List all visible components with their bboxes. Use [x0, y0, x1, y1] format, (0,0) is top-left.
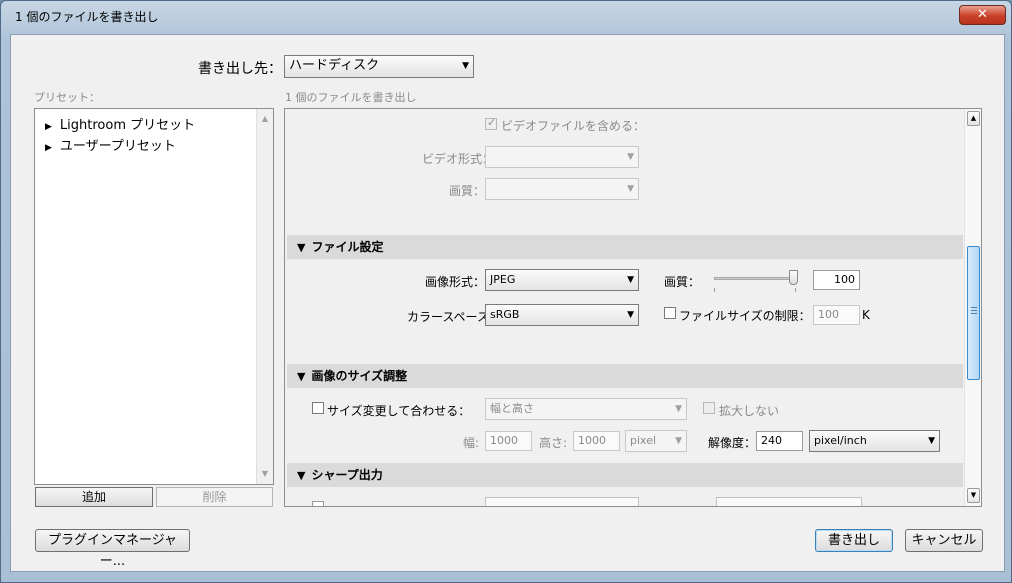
chevron-down-icon: ▼: [675, 436, 682, 446]
sharpen-amount-dropdown-partial[interactable]: [716, 497, 862, 506]
dont-enlarge-label: 拡大しない: [719, 404, 780, 418]
scroll-down-icon[interactable]: ▼: [257, 466, 273, 482]
resize-to-fit-checkbox[interactable]: [312, 402, 324, 414]
window-title: 1 個のファイルを書き出し: [15, 10, 159, 24]
dont-enlarge-checkbox[interactable]: [703, 402, 715, 414]
sharpening-title: シャープ出力: [311, 468, 383, 482]
width-label: 幅:: [463, 436, 480, 450]
title-bar[interactable]: 1 個のファイルを書き出し ✕: [1, 1, 1011, 31]
video-quality-label: 画質：: [449, 184, 486, 198]
expand-triangle-icon[interactable]: ▶: [45, 122, 52, 132]
quality-slider[interactable]: [714, 270, 800, 292]
preset-scrollbar[interactable]: ▲ ▼: [256, 109, 273, 484]
sharpen-dropdown-partial[interactable]: [485, 497, 639, 506]
preset-header: プリセット：: [34, 91, 100, 104]
video-format-label: ビデオ形式：: [422, 152, 495, 166]
preset-item-lightroom[interactable]: ▶ Lightroom プリセット: [45, 114, 195, 133]
preset-item-label: Lightroom プリセット: [59, 118, 196, 133]
chevron-down-icon: ▼: [627, 152, 634, 162]
resolution-label: 解像度：: [708, 436, 757, 450]
limit-size-input[interactable]: 100: [813, 305, 860, 325]
delete-preset-button[interactable]: 削除: [156, 487, 273, 507]
chevron-down-icon: ▼: [928, 436, 935, 446]
export-to-dropdown[interactable]: ハードディスク ▼: [284, 55, 474, 78]
export-to-label: 書き出し先：: [198, 61, 282, 77]
video-format-dropdown[interactable]: ▼: [485, 146, 639, 168]
file-settings-header[interactable]: ▼ ファイル設定: [287, 235, 963, 259]
grip-line: [971, 307, 977, 308]
settings-scrollbar[interactable]: ▲ ▼: [964, 109, 981, 506]
slider-tick: [795, 288, 796, 292]
scroll-thumb[interactable]: [967, 246, 980, 380]
export-button[interactable]: 書き出し: [815, 529, 893, 552]
settings-header: 1 個のファイルを書き出し: [285, 91, 417, 104]
colorspace-value: sRGB: [490, 308, 520, 321]
include-video-label: ビデオファイルを含める：: [501, 119, 646, 133]
scroll-up-icon[interactable]: ▲: [967, 111, 980, 126]
image-sizing-title: 画像のサイズ調整: [311, 369, 408, 383]
image-format-dropdown[interactable]: JPEG ▼: [485, 269, 639, 291]
expand-triangle-icon[interactable]: ▶: [45, 143, 52, 153]
grip-line: [971, 313, 977, 314]
include-video-checkbox[interactable]: [485, 116, 497, 130]
scroll-down-icon[interactable]: ▼: [967, 488, 980, 503]
collapse-triangle-icon[interactable]: ▼: [297, 469, 305, 482]
preset-item-user[interactable]: ▶ ユーザープリセット: [45, 135, 176, 154]
chevron-down-icon: ▼: [627, 275, 634, 285]
limit-size-label: ファイルサイズの制限：: [679, 309, 811, 323]
image-format-value: JPEG: [490, 273, 516, 286]
resolution-input[interactable]: 240: [756, 431, 803, 451]
height-label: 高さ:: [539, 436, 568, 450]
resize-to-fit-label: サイズ変更して合わせる：: [327, 404, 471, 418]
width-input[interactable]: 1000: [485, 431, 532, 451]
resolution-unit-value: pixel/inch: [814, 434, 867, 447]
plugin-manager-button[interactable]: プラグインマネージャー...: [35, 529, 190, 569]
chevron-down-icon: ▼: [462, 61, 469, 71]
sharpen-checkbox-partial[interactable]: [312, 501, 324, 506]
close-button[interactable]: ✕: [959, 5, 1006, 25]
file-settings-title: ファイル設定: [311, 240, 384, 254]
image-format-label: 画像形式：: [425, 275, 486, 289]
limit-size-checkbox[interactable]: [664, 307, 676, 319]
preset-list[interactable]: [34, 108, 274, 485]
collapse-triangle-icon[interactable]: ▼: [297, 241, 305, 254]
quality-slider-thumb[interactable]: [789, 270, 798, 285]
video-quality-dropdown[interactable]: ▼: [485, 178, 639, 200]
preset-item-label: ユーザープリセット: [59, 139, 176, 154]
slider-tick: [714, 288, 715, 292]
image-sizing-header[interactable]: ▼ 画像のサイズ調整: [287, 364, 963, 388]
chevron-down-icon: ▼: [675, 404, 682, 414]
quality-input[interactable]: 100: [813, 270, 860, 290]
sharpening-header[interactable]: ▼ シャープ出力: [287, 463, 963, 487]
export-to-value: ハードディスク: [289, 58, 380, 73]
chevron-down-icon: ▼: [627, 184, 634, 194]
cancel-button[interactable]: キャンセル: [905, 529, 983, 552]
scroll-up-icon[interactable]: ▲: [257, 111, 273, 127]
size-unit-value: pixel: [630, 434, 657, 447]
height-input[interactable]: 1000: [573, 431, 620, 451]
collapse-triangle-icon[interactable]: ▼: [297, 370, 305, 383]
size-unit-dropdown[interactable]: pixel ▼: [625, 430, 687, 452]
limit-size-unit: K: [862, 308, 870, 322]
colorspace-dropdown[interactable]: sRGB ▼: [485, 304, 639, 326]
quality-slider-track[interactable]: [714, 277, 796, 280]
grip-line: [971, 310, 977, 311]
resize-mode-value: 幅と高さ: [490, 402, 534, 415]
resize-mode-dropdown[interactable]: 幅と高さ ▼: [485, 398, 687, 420]
chevron-down-icon: ▼: [627, 310, 634, 320]
quality-label: 画質：: [664, 275, 701, 289]
add-preset-button[interactable]: 追加: [35, 487, 153, 507]
resolution-unit-dropdown[interactable]: pixel/inch ▼: [809, 430, 940, 452]
